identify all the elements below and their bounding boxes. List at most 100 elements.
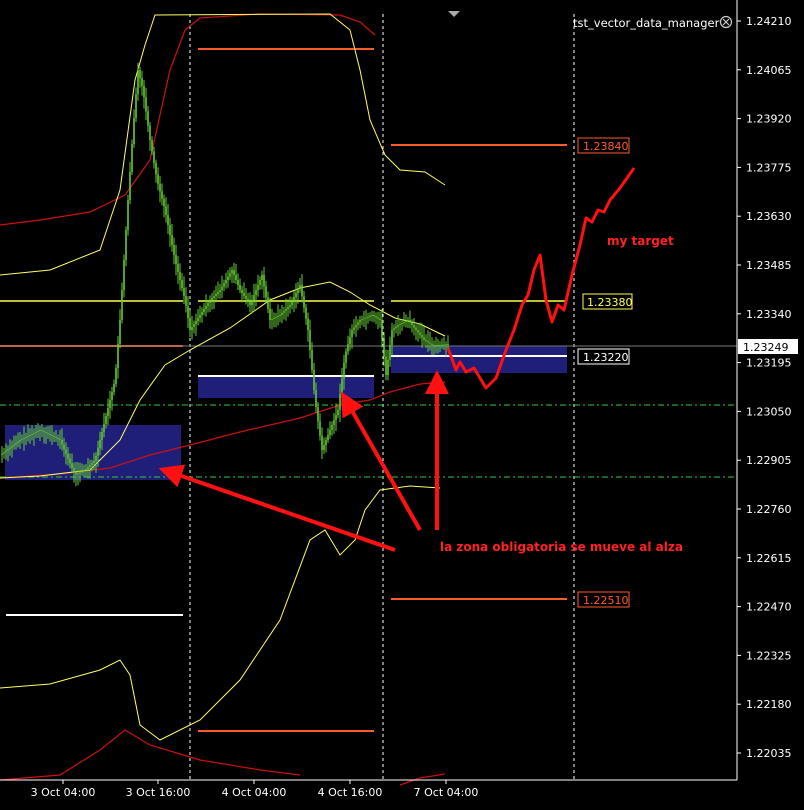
candle-body: [9, 447, 11, 449]
candle-body: [89, 465, 91, 467]
candle-body: [127, 200, 129, 230]
candle-body: [301, 285, 303, 297]
candle-body: [303, 296, 305, 308]
price-tick-label: 1.23195: [746, 357, 792, 370]
candle-body: [249, 302, 251, 305]
candle-body: [239, 285, 241, 290]
candle-body: [339, 394, 341, 410]
zone-annotation: la zona obligatoria se mueve al alza: [440, 540, 683, 554]
candle-body: [71, 463, 73, 468]
candle-body: [105, 416, 107, 424]
candle-body: [439, 345, 441, 346]
trading-chart[interactable]: my target la zona obligatoria se mueve a…: [0, 0, 804, 806]
candle-body: [217, 292, 219, 294]
candle-body: [119, 320, 121, 344]
price-tick-label: 1.23630: [746, 210, 792, 223]
candle-body: [3, 452, 5, 454]
candle-body: [43, 431, 45, 432]
candle-body: [223, 283, 225, 287]
candle-body: [287, 307, 289, 309]
time-axis[interactable]: 3 Oct 04:00 3 Oct 16:00 4 Oct 04:00 4 Oct 1…: [31, 780, 479, 799]
candle-body: [177, 264, 179, 272]
candle-body: [25, 437, 27, 438]
candle-body: [103, 424, 105, 432]
indicator-title[interactable]: tst_vector_data_manager: [573, 16, 720, 30]
price-tick-label: 1.23775: [746, 161, 792, 174]
demand-zone: [391, 346, 567, 373]
candle-body: [81, 471, 83, 473]
candle-body: [37, 431, 39, 432]
candle-body: [145, 97, 147, 112]
candle-body: [447, 344, 449, 345]
candle-body: [15, 443, 17, 445]
price-tick-label: 1.22905: [746, 454, 792, 467]
candle-body: [85, 469, 87, 471]
candle-body: [67, 454, 69, 459]
price-tick-label: 1.22180: [746, 698, 792, 711]
candle-body: [209, 300, 211, 303]
candle-body: [345, 351, 347, 363]
candle-body: [381, 320, 383, 339]
candle-body: [377, 317, 379, 319]
candle-body: [327, 435, 329, 440]
candle-body: [227, 276, 229, 280]
candle-body: [39, 430, 41, 431]
candle-body: [123, 260, 125, 290]
level-label: 1.22510: [583, 594, 629, 607]
time-tick-label: 4 Oct 16:00: [318, 786, 383, 799]
candle-body: [353, 327, 355, 330]
candle-body: [235, 275, 237, 280]
candle-body: [293, 297, 295, 301]
current-price-label: 1.23249: [743, 341, 789, 354]
candle-body: [137, 70, 139, 94]
candle-body: [143, 86, 145, 98]
price-tick-label: 1.22615: [746, 552, 792, 565]
candle-body: [205, 306, 207, 309]
candle-body: [421, 335, 423, 338]
candle-body: [189, 318, 191, 330]
candle-body: [337, 410, 339, 415]
candle-body: [237, 280, 239, 285]
candle-body: [1, 453, 3, 455]
candle-body: [139, 70, 141, 78]
price-tick-label: 1.22325: [746, 649, 792, 662]
candle-body: [53, 436, 55, 437]
candle-body: [387, 360, 389, 375]
candle-body: [343, 362, 345, 379]
candle-body: [113, 384, 115, 392]
candle-body: [247, 299, 249, 302]
candle-body: [19, 440, 21, 442]
candle-body: [251, 300, 253, 305]
candle-body: [153, 151, 155, 163]
candle-body: [431, 343, 433, 345]
candle-body: [257, 285, 259, 290]
candle-body: [133, 118, 135, 144]
candle-body: [129, 172, 131, 200]
candle-body: [175, 255, 177, 264]
candle-body: [157, 174, 159, 184]
candle-body: [149, 125, 151, 140]
candle-body: [331, 425, 333, 430]
candle-body: [59, 439, 61, 440]
candle-body: [379, 318, 381, 320]
candle-body: [95, 456, 97, 461]
candle-body: [425, 340, 427, 342]
price-axis[interactable]: 1.24210 1.24065 1.23920 1.23775 1.23630 1.234…: [737, 15, 792, 760]
candle-body: [75, 472, 77, 475]
candle-body: [317, 407, 319, 422]
candle-body: [299, 285, 301, 289]
candle-body: [289, 305, 291, 307]
candle-body: [395, 326, 397, 329]
candle-body: [111, 392, 113, 400]
candle-body: [87, 467, 89, 469]
candle-body: [375, 316, 377, 318]
price-tick-label: 1.23920: [746, 113, 792, 126]
candle-body: [179, 272, 181, 280]
candle-body: [11, 446, 13, 448]
candle-body: [163, 198, 165, 207]
candle-body: [147, 111, 149, 126]
candle-body: [441, 344, 443, 346]
candle-body: [261, 275, 263, 280]
candle-body: [279, 315, 281, 316]
candle-body: [355, 325, 357, 328]
